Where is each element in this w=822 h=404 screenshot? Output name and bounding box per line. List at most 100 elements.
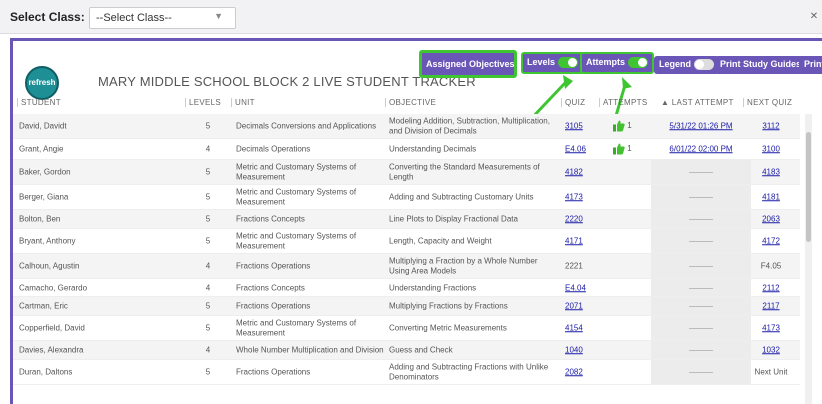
column-quiz[interactable]: Quiz <box>561 98 585 107</box>
empty-dash <box>689 197 713 198</box>
column-student[interactable]: Student <box>17 98 61 107</box>
student-level: 4 <box>205 261 211 271</box>
objective-name: Converting Metric Measurements <box>389 323 507 333</box>
column-last-attempt[interactable]: ▲ Last attempt <box>658 98 734 107</box>
legend-toggle-icon <box>694 59 715 71</box>
attempts-toggle-icon <box>628 57 649 69</box>
column-next-quiz[interactable]: Next quiz <box>743 98 792 107</box>
quiz-link[interactable]: 3105 <box>565 121 583 131</box>
student-level: 5 <box>205 192 211 202</box>
quiz-link[interactable]: 2071 <box>565 301 583 311</box>
attempts-cell: 1 <box>613 120 653 132</box>
next-quiz-link[interactable]: 4172 <box>748 236 794 246</box>
top-bar: Select Class: --Select Class-- ▼ ✕ <box>0 0 822 34</box>
unit-name: Decimals Conversions and Applications <box>236 121 377 131</box>
student-level: 5 <box>205 301 211 311</box>
quiz-link[interactable]: E4.04 <box>565 283 586 293</box>
objective-name: Line Plots to Display Fractional Data <box>389 214 518 224</box>
table-row: Berger, Giana 5 Metric and Customary Syste… <box>13 185 800 210</box>
last-attempt-link[interactable]: 6/01/22 02:00 PM <box>651 144 751 154</box>
student-name: Baker, Gordon <box>19 167 71 177</box>
quiz-link[interactable]: E4.06 <box>565 144 586 154</box>
legend-toggle-button[interactable]: Legend <box>654 56 720 74</box>
student-level: 5 <box>205 367 211 377</box>
student-name: Bolton, Ben <box>19 214 61 224</box>
student-name: Copperfield, David <box>19 323 85 333</box>
quiz-link[interactable]: 2220 <box>565 214 583 224</box>
next-quiz-link[interactable]: 2112 <box>748 283 794 293</box>
student-level: 5 <box>205 323 211 333</box>
vertical-scrollbar[interactable] <box>805 114 812 404</box>
select-class-dropdown[interactable]: --Select Class-- ▼ <box>89 7 236 29</box>
student-level: 4 <box>205 345 211 355</box>
select-class-label: Select Class: <box>10 10 85 24</box>
empty-dash <box>689 287 713 289</box>
print-button[interactable]: Print <box>799 56 822 74</box>
close-icon[interactable]: ✕ <box>808 11 820 23</box>
student-level: 4 <box>205 144 211 154</box>
next-quiz-link[interactable]: 4181 <box>748 192 794 202</box>
student-name: Camacho, Gerardo <box>19 282 88 292</box>
quiz-link[interactable]: 4171 <box>565 236 583 246</box>
column-objective[interactable]: Objective <box>385 98 436 107</box>
unit-name: Fractions Operations <box>236 301 311 311</box>
unit-name: Fractions Operations <box>236 261 311 271</box>
unit-name: Fractions Concepts <box>236 214 305 224</box>
column-attempts[interactable]: Attempts <box>599 98 647 107</box>
objective-name: Modeling Addition, Subtraction, Multipli… <box>389 116 550 136</box>
levels-label: Levels <box>527 57 556 67</box>
quiz-link[interactable]: 2082 <box>565 367 583 377</box>
select-class-value: --Select Class-- <box>96 12 172 24</box>
student-name: Duran, Daltons <box>19 367 73 377</box>
quiz-link[interactable]: 4182 <box>565 167 583 177</box>
table-row: David, Davidt 5 Decimals Conversions and A… <box>13 114 800 139</box>
student-level: 5 <box>205 121 211 131</box>
levels-toggle-icon <box>558 57 579 69</box>
legend-label: Legend <box>659 59 692 69</box>
next-quiz-link[interactable]: 1032 <box>748 345 794 355</box>
student-level: 5 <box>205 167 211 177</box>
attempts-cell: 1 <box>613 143 653 155</box>
next-quiz-link[interactable]: 3100 <box>748 144 794 154</box>
objective-name: Adding and Subtracting Customary Units <box>389 192 534 202</box>
print-study-guides-button[interactable]: Print Study Guides <box>715 56 807 74</box>
student-level: 5 <box>205 236 211 246</box>
table-row: Bolton, Ben 5 Fractions Concepts Line Plots… <box>13 210 800 229</box>
table-header: Student Levels Unit Objective Quiz Attem… <box>13 92 800 114</box>
scrollbar-thumb[interactable] <box>806 132 811 242</box>
column-unit[interactable]: Unit <box>231 98 255 107</box>
next-quiz-link[interactable]: 2063 <box>748 214 794 224</box>
student-name: Calhoun, Agustin <box>19 261 80 271</box>
objective-name: Understanding Decimals <box>389 144 477 154</box>
next-quiz-link[interactable]: F4.05 <box>748 261 794 271</box>
quiz-link[interactable]: 4154 <box>565 323 583 333</box>
table-row: Davies, Alexandra 4 Whole Number Multiplic… <box>13 341 800 360</box>
objective-name: Multiplying Fractions by Fractions <box>389 301 508 311</box>
student-name: Cartman, Eric <box>19 301 68 311</box>
student-name: David, Davidt <box>19 121 67 131</box>
chevron-down-icon: ▼ <box>214 11 223 21</box>
column-levels[interactable]: Levels <box>185 98 221 107</box>
student-name: Davies, Alexandra <box>19 345 84 355</box>
next-quiz-link[interactable]: 4183 <box>748 167 794 177</box>
unit-name: Fractions Operations <box>236 367 311 377</box>
thumbs-up-icon <box>613 120 625 132</box>
empty-dash <box>689 372 713 373</box>
objective-name: Adding and Subtracting Fractions with Un… <box>389 362 549 382</box>
empty-dash <box>689 266 713 267</box>
table-row: Duran, Daltons 5 Fractions Operations Addin… <box>13 360 800 385</box>
next-quiz-link[interactable]: 4173 <box>748 323 794 333</box>
assigned-objectives-button[interactable]: Assigned Objectives <box>419 50 517 78</box>
student-name: Grant, Angie <box>19 144 64 154</box>
table-row: Copperfield, David 5 Metric and Customary … <box>13 316 800 341</box>
student-level: 4 <box>205 282 211 292</box>
last-attempt-link[interactable]: 5/31/22 01:26 PM <box>651 121 751 131</box>
quiz-link[interactable]: 2221 <box>565 261 583 271</box>
next-quiz-link[interactable]: 2117 <box>748 301 794 311</box>
quiz-link[interactable]: 4173 <box>565 192 583 202</box>
next-quiz-link[interactable]: 3112 <box>748 121 794 131</box>
quiz-link[interactable]: 1040 <box>565 345 583 355</box>
next-quiz-link[interactable]: Next Unit <box>748 367 794 377</box>
objective-name: Understanding Fractions <box>389 282 477 292</box>
sort-up-icon: ▲ <box>661 98 672 107</box>
